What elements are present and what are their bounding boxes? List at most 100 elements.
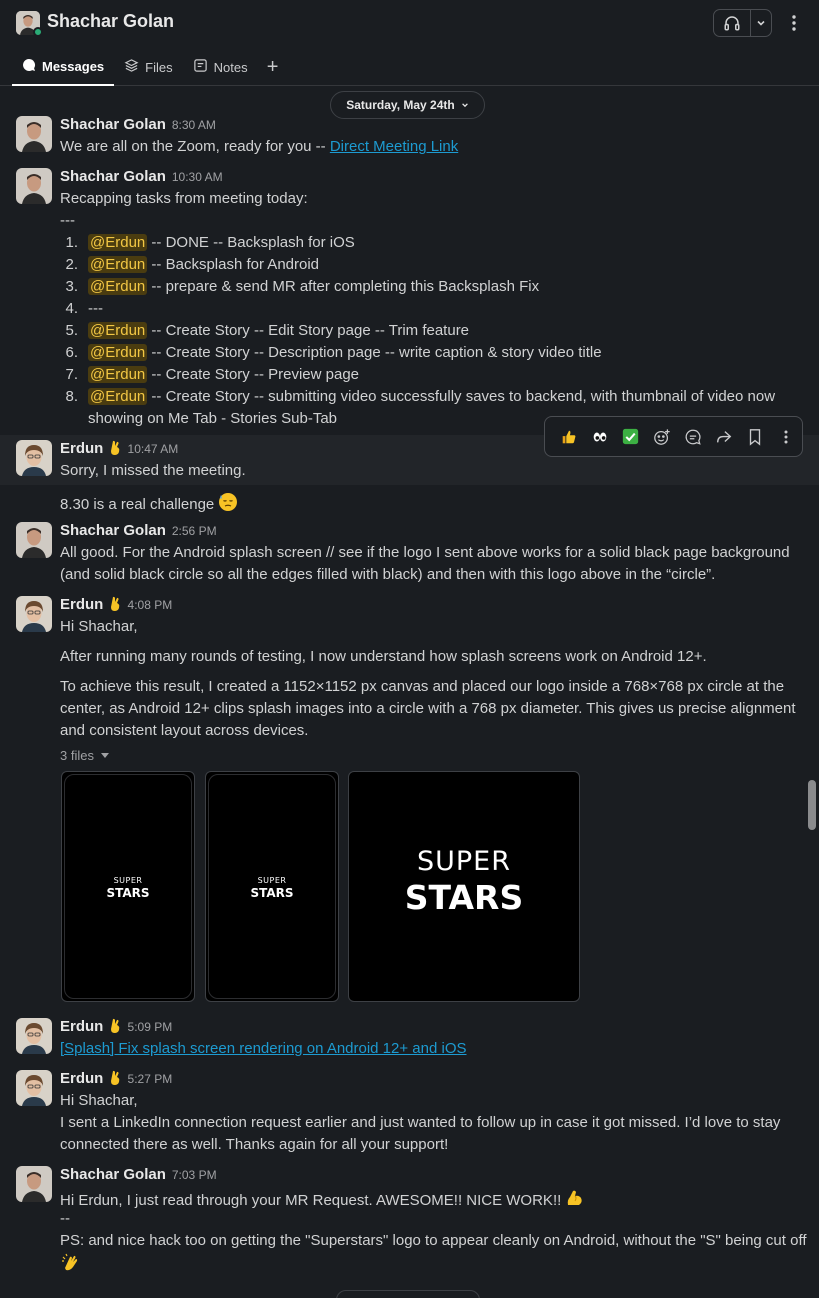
channel-header: Shachar Golan Messages Files Notes + (0, 0, 819, 86)
user-mention[interactable]: @Erdun (88, 322, 148, 339)
message-author[interactable]: Shachar Golan 10:30 AM (60, 168, 223, 185)
flexed-biceps-emoji-icon (565, 1188, 585, 1212)
user-mention[interactable]: @Erdun (88, 388, 148, 405)
new-messages-pill[interactable] (336, 1290, 480, 1298)
message-author[interactable]: Erdun 5:27 PM (60, 1070, 172, 1090)
tab-notes[interactable]: Notes (183, 52, 258, 82)
message-timestamp[interactable]: 8:30 AM (172, 118, 216, 132)
meeting-link[interactable]: Direct Meeting Link (330, 138, 458, 155)
user-mention[interactable]: @Erdun (88, 278, 148, 295)
message-timestamp[interactable]: 10:30 AM (172, 170, 223, 184)
add-reaction-icon[interactable] (646, 422, 677, 452)
file-thumbnail[interactable]: SUPER STARS (348, 771, 580, 1002)
list-item-number: 4. (65, 300, 78, 317)
avatar[interactable] (16, 440, 52, 476)
file-thumbnail[interactable]: SUPER STARS (61, 771, 195, 1002)
logo-bottom-text: STARS (106, 886, 150, 900)
list-item: @Erdun -- Backsplash for Android (88, 256, 319, 273)
check-mark-emoji-icon[interactable] (615, 422, 646, 452)
reply-thread-icon[interactable] (678, 422, 709, 452)
user-mention[interactable]: @Erdun (88, 344, 148, 361)
avatar[interactable] (16, 116, 52, 152)
merge-request-link[interactable]: [Splash] Fix splash screen rendering on … (60, 1040, 467, 1057)
files-toggle[interactable]: 3 files (60, 748, 110, 763)
message-text: 8.30 is a real challenge (60, 492, 238, 516)
avatar[interactable] (16, 1018, 52, 1054)
list-item-text: -- prepare & send MR after completing th… (147, 278, 540, 295)
user-mention[interactable]: @Erdun (88, 234, 148, 251)
message-author[interactable]: Erdun 10:47 AM (60, 440, 178, 460)
user-mention[interactable]: @Erdun (88, 366, 148, 383)
avatar[interactable] (16, 596, 52, 632)
message-author[interactable]: Shachar Golan 7:03 PM (60, 1166, 217, 1183)
list-item-text: -- DONE -- Backsplash for iOS (147, 234, 355, 251)
message-text: I sent a LinkedIn connection request ear… (60, 1114, 781, 1131)
list-item-number: 3. (65, 278, 78, 295)
message-timestamp[interactable]: 5:27 PM (128, 1072, 173, 1086)
chevron-down-icon[interactable] (751, 10, 771, 36)
separator-text: --- (60, 212, 75, 229)
more-icon[interactable] (784, 10, 804, 36)
list-item: @Erdun -- Create Story -- Edit Story pag… (88, 322, 469, 339)
message-timestamp[interactable]: 10:47 AM (128, 442, 179, 456)
logo-bottom-text: STARS (404, 878, 524, 917)
stack-icon (124, 58, 139, 76)
list-item-text: -- Create Story -- submitting video succ… (147, 388, 776, 405)
message-text: Recapping tasks from meeting today: (60, 190, 308, 207)
list-item-number: 2. (65, 256, 78, 273)
list-item: @Erdun -- Create Story -- submitting vid… (88, 388, 775, 405)
tab-messages[interactable]: Messages (12, 52, 115, 86)
user-mention[interactable]: @Erdun (88, 256, 148, 273)
avatar[interactable] (16, 522, 52, 558)
list-item-number: 8. (65, 388, 78, 405)
message-timestamp[interactable]: 5:09 PM (128, 1020, 173, 1034)
add-tab-button[interactable]: + (258, 52, 288, 82)
file-thumbnail[interactable]: SUPER STARS (205, 771, 339, 1002)
message-author[interactable]: Erdun 5:09 PM (60, 1018, 172, 1038)
crossed-fingers-emoji-icon (108, 1018, 122, 1038)
headphones-icon[interactable] (714, 10, 751, 36)
list-item-text: -- Create Story -- Description page -- w… (147, 344, 602, 361)
message-timestamp[interactable]: 7:03 PM (172, 1168, 217, 1182)
presence-indicator (33, 27, 43, 37)
crossed-fingers-emoji-icon (108, 1070, 122, 1090)
scrollbar[interactable] (808, 780, 816, 830)
avatar[interactable] (16, 168, 52, 204)
message-author[interactable]: Erdun 4:08 PM (60, 596, 172, 616)
message-text: Hi Shachar, (60, 618, 138, 635)
tab-label: Notes (213, 59, 248, 75)
thumbs-up-emoji-icon[interactable] (553, 422, 584, 452)
list-item-number: 6. (65, 344, 78, 361)
eyes-emoji-icon[interactable] (584, 422, 615, 452)
message-actions-toolbar (544, 416, 803, 457)
clapping-hands-emoji-icon (60, 1252, 82, 1278)
message-text: PS: and nice hack too on getting the "Su… (60, 1232, 807, 1249)
message-author[interactable]: Shachar Golan 8:30 AM (60, 116, 216, 133)
message-text: and consistent layout across devices. (60, 722, 309, 739)
message-text: All good. For the Android splash screen … (60, 544, 790, 561)
message-text: Hi Erdun, I just read through your MR Re… (60, 1188, 585, 1212)
date-divider[interactable]: Saturday, May 24th (330, 91, 485, 119)
avatar[interactable] (16, 1166, 52, 1202)
more-actions-icon[interactable] (771, 422, 802, 452)
tab-files[interactable]: Files (114, 52, 182, 82)
page-title[interactable]: Shachar Golan (47, 11, 174, 32)
files-count-label: 3 files (60, 748, 94, 763)
avatar[interactable] (16, 1070, 52, 1106)
notes-icon (193, 58, 208, 76)
date-label: Saturday, May 24th (346, 98, 455, 112)
list-item-continuation: showing on Me Tab - Stories Sub-Tab (88, 410, 338, 427)
crossed-fingers-emoji-icon (108, 596, 122, 616)
message-timestamp[interactable]: 2:56 PM (172, 524, 217, 538)
forward-icon[interactable] (709, 422, 740, 452)
list-item-text: --- (88, 300, 103, 317)
message-text: (and solid black circle so all the edges… (60, 566, 716, 583)
logo-top-text: SUPER (416, 846, 511, 877)
huddle-button[interactable] (713, 9, 772, 37)
message-timestamp[interactable]: 4:08 PM (128, 598, 173, 612)
list-item-text: -- Create Story -- Preview page (147, 366, 360, 383)
list-item-number: 7. (65, 366, 78, 383)
bookmark-icon[interactable] (740, 422, 771, 452)
tab-bar: Messages Files Notes + (12, 52, 288, 86)
message-author[interactable]: Shachar Golan 2:56 PM (60, 522, 217, 539)
